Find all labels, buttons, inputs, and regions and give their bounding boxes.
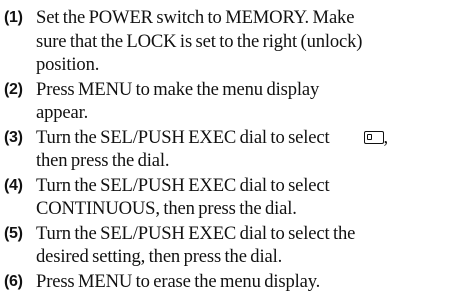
instruction-steps: (1) Set the POWER switch to MEMORY. Make… <box>4 6 456 295</box>
step-number: (4) <box>4 176 23 194</box>
step-6: (6) Press MENU to erase the menu display… <box>4 270 456 294</box>
step-3: (3) Turn the SEL/PUSH EXEC dial to selec… <box>4 126 456 173</box>
step-1: (1) Set the POWER switch to MEMORY. Make… <box>4 6 456 77</box>
step-number: (1) <box>4 9 23 26</box>
step-text: Press MENU to erase the menu display. <box>36 270 321 292</box>
step-number: (6) <box>4 272 23 290</box>
step-text: Turn the SEL/PUSH EXEC dial to select CO… <box>36 174 330 220</box>
step-text: Press MENU to make the menu display appe… <box>36 78 320 124</box>
step-text: Turn the SEL/PUSH EXEC dial to select, t… <box>36 126 456 173</box>
step-number: (2) <box>4 80 23 98</box>
memory-card-icon <box>363 130 384 144</box>
step-4: (4) Turn the SEL/PUSH EXEC dial to selec… <box>4 174 456 221</box>
step-5: (5) Turn the SEL/PUSH EXEC dial to selec… <box>4 222 456 269</box>
step-text: Set the POWER switch to MEMORY. Make sur… <box>36 7 363 75</box>
step-number: (5) <box>4 224 23 242</box>
step-number: (3) <box>4 128 23 146</box>
step-text-before-icon: Turn the SEL/PUSH EXEC dial to select <box>36 126 330 148</box>
step-2: (2) Press MENU to make the menu display … <box>4 78 456 125</box>
step-text: Turn the SEL/PUSH EXEC dial to select th… <box>36 222 356 268</box>
